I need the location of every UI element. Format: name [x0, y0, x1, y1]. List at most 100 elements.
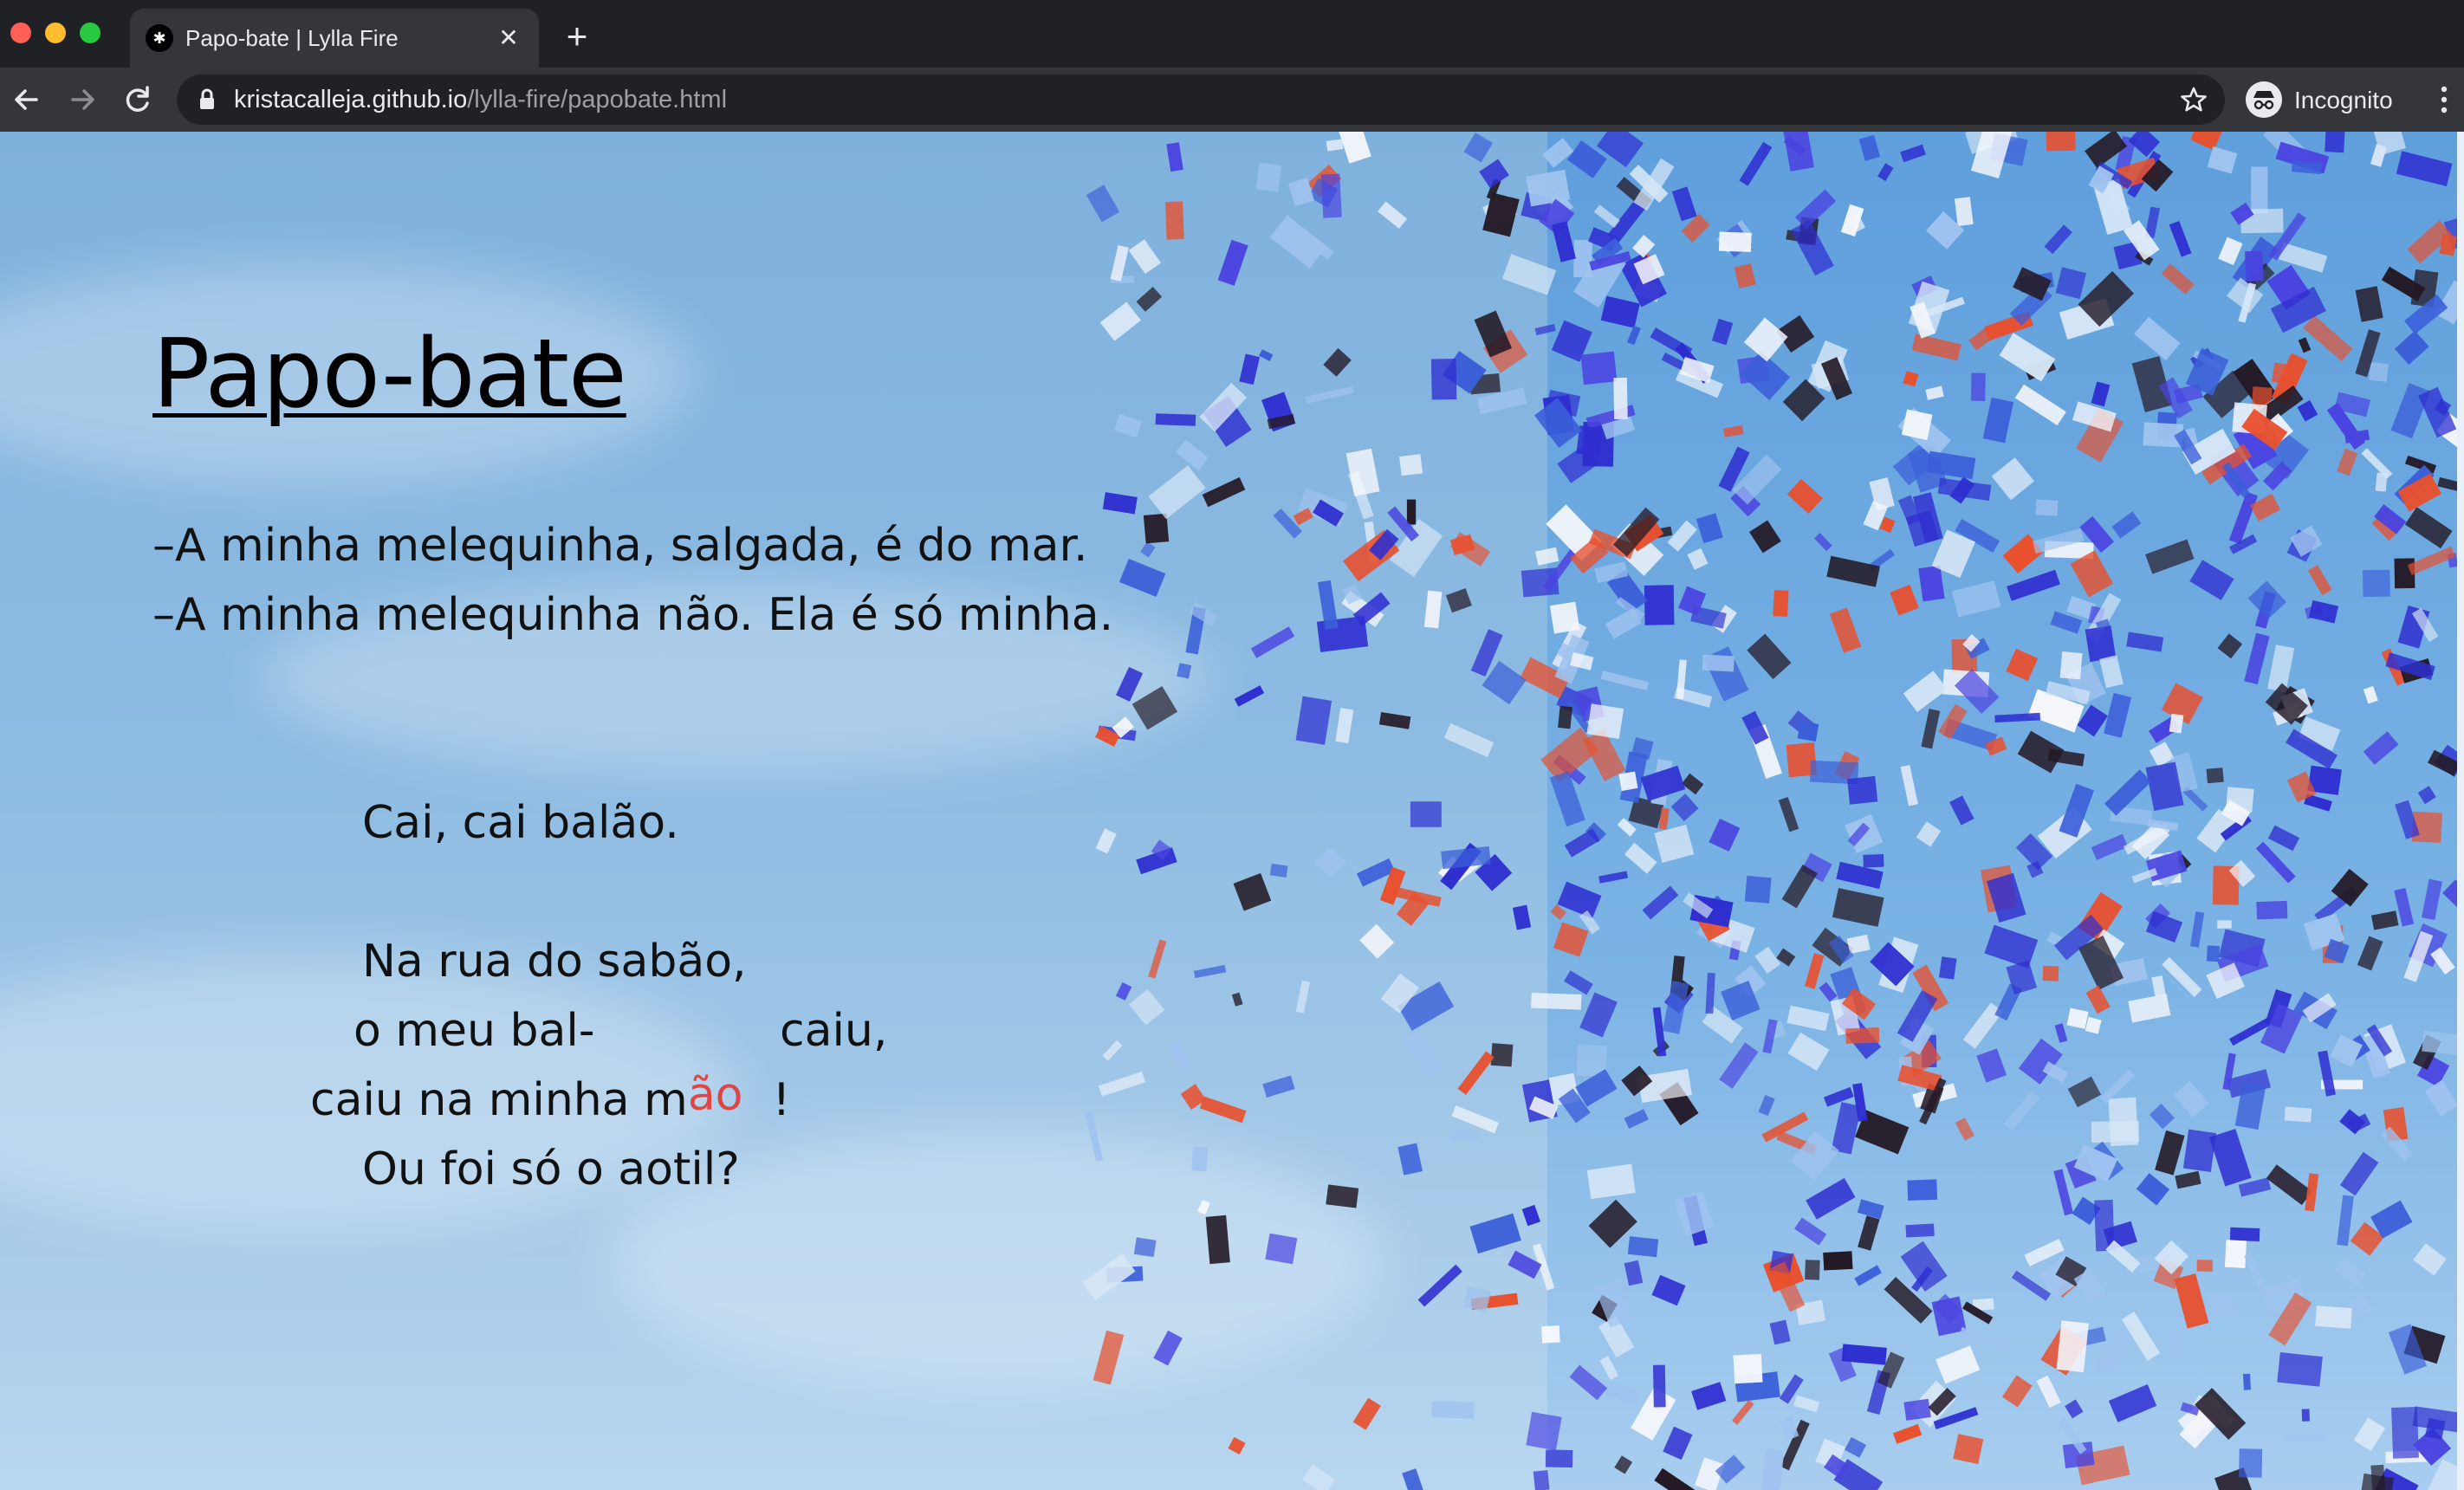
confetti-piece: [2054, 1023, 2068, 1043]
confetti-piece: [1739, 141, 1773, 186]
close-tab-icon[interactable]: ✕: [492, 22, 525, 55]
confetti-piece: [1305, 385, 1354, 404]
confetti-piece: [2363, 569, 2390, 598]
confetti-piece: [2189, 911, 2205, 948]
confetti-piece: [2301, 1409, 2310, 1422]
confetti-piece: [1594, 1279, 1636, 1328]
confetti-piece: [1512, 904, 1532, 930]
confetti-piece: [2206, 768, 2224, 784]
page-title: Papo-bate: [152, 318, 627, 429]
confetti-piece: [1715, 1454, 1746, 1484]
poem-line-4b: !: [772, 1074, 791, 1126]
confetti-piece: [2339, 1151, 2379, 1196]
confetti-piece: [2149, 1104, 2175, 1130]
confetti-piece: [2065, 1399, 2084, 1419]
confetti-piece: [2357, 936, 2383, 971]
confetti-piece: [1406, 499, 1417, 525]
confetti-piece: [2298, 337, 2312, 353]
active-tab[interactable]: ✱ Papo-bate | Lylla Fire ✕: [130, 9, 539, 68]
confetti-piece: [1949, 795, 1974, 826]
confetti-piece: [1823, 1251, 1853, 1271]
confetti-piece: [1352, 1397, 1381, 1430]
confetti-piece: [1907, 1179, 1938, 1201]
confetti-piece: [1627, 325, 1641, 346]
confetti-piece: [1709, 818, 1741, 852]
confetti-piece: [2174, 1273, 2209, 1329]
confetti-piece: [1326, 139, 1344, 152]
confetti-piece: [1769, 1319, 1791, 1345]
new-tab-button[interactable]: +: [558, 17, 596, 55]
maximize-window-button[interactable]: [80, 23, 101, 43]
confetti-piece: [2169, 713, 2184, 734]
confetti-piece: [2242, 1373, 2251, 1390]
confetti-piece: [1233, 872, 1272, 911]
confetti-piece: [1345, 448, 1380, 496]
confetti-piece: [2239, 1448, 2263, 1478]
confetti-piece: [2151, 975, 2166, 997]
confetti-piece: [1082, 1253, 1136, 1301]
confetti-piece: [1779, 1416, 1799, 1441]
confetti-piece: [1469, 1213, 1521, 1254]
confetti-piece: [2369, 362, 2389, 382]
confetti-piece: [2006, 648, 2039, 682]
confetti-piece: [1890, 584, 1919, 616]
incognito-indicator[interactable]: Incognito: [2242, 78, 2407, 121]
confetti-piece: [1806, 1177, 1856, 1220]
confetti-piece: [2196, 1260, 2213, 1272]
confetti-piece: [1662, 980, 1689, 1034]
confetti-piece: [2307, 564, 2332, 596]
confetti-piece: [1463, 133, 1494, 163]
confetti-piece: [1892, 1423, 1923, 1444]
lock-icon[interactable]: [194, 87, 220, 113]
confetti-piece: [1269, 863, 1288, 878]
confetti-piece: [2226, 787, 2254, 813]
confetti-piece: [1451, 1105, 1500, 1134]
confetti-piece: [2207, 146, 2238, 174]
confetti-piece: [1115, 981, 1132, 1001]
confetti-piece: [2162, 956, 2202, 997]
confetti-piece: [1760, 1448, 1785, 1490]
confetti-piece: [1378, 201, 1408, 230]
confetti-piece: [1457, 1051, 1495, 1095]
confetti-piece: [1994, 712, 2040, 723]
close-window-button[interactable]: [10, 23, 31, 43]
confetti-piece: [1642, 885, 1679, 920]
forward-arrow-icon[interactable]: [62, 80, 102, 120]
confetti-piece: [1115, 666, 1144, 702]
bookmark-star-icon[interactable]: [2178, 84, 2209, 115]
confetti-piece: [2036, 1375, 2061, 1409]
confetti-piece: [1140, 541, 1156, 558]
confetti-piece: [1651, 1274, 1686, 1306]
confetti-piece: [1844, 1436, 1867, 1458]
back-arrow-icon[interactable]: [7, 80, 47, 120]
address-bar[interactable]: kristacalleja.github.io/lylla-fire/papob…: [177, 74, 2225, 125]
confetti-piece: [2244, 632, 2270, 685]
menu-kebab-icon[interactable]: [2431, 80, 2457, 120]
url-text[interactable]: kristacalleja.github.io/lylla-fire/papob…: [234, 86, 727, 113]
confetti-piece: [1586, 703, 1624, 740]
confetti-piece: [2161, 263, 2195, 295]
confetti-piece: [1551, 221, 1576, 262]
confetti-piece: [1858, 134, 1881, 161]
confetti-piece: [1197, 1200, 1210, 1215]
confetti-piece: [1986, 872, 2026, 923]
confetti-piece: [2247, 580, 2287, 619]
confetti-piece: [1148, 939, 1167, 979]
confetti-piece: [1265, 1233, 1298, 1265]
minimize-window-button[interactable]: [45, 23, 66, 43]
confetti-piece: [2229, 1227, 2260, 1241]
confetti-piece: [1671, 186, 1697, 222]
confetti-piece: [1773, 590, 1789, 618]
confetti-piece: [2285, 1434, 2325, 1442]
confetti-piece: [1797, 721, 1819, 742]
confetti-piece: [1618, 771, 1638, 792]
confetti-piece: [2007, 569, 2060, 601]
confetti-piece: [1320, 173, 1342, 218]
confetti-piece: [1526, 1411, 1562, 1451]
confetti-piece: [1533, 1469, 1550, 1490]
reload-icon[interactable]: [118, 80, 158, 120]
confetti-piece: [1955, 1118, 1974, 1141]
confetti-piece: [1813, 533, 1832, 552]
dialogue-line-1: –A minha melequinha, salgada, é do mar.: [152, 520, 1088, 572]
confetti-piece: [1217, 239, 1248, 286]
